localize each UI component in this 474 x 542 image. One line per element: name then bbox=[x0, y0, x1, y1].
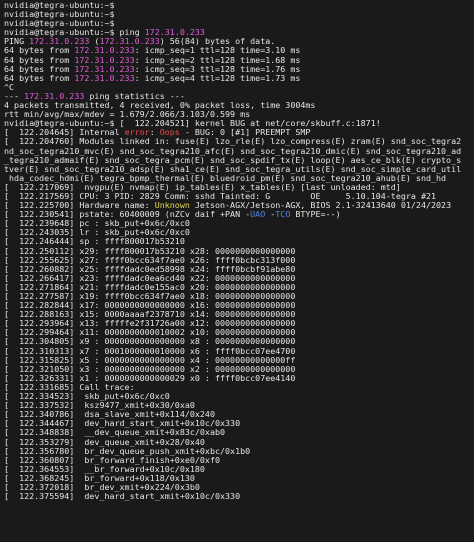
terminal-text-segment: - bbox=[265, 209, 276, 220]
terminal-line: [ 122.375594] dev_hard_start_xmit+0x10c/… bbox=[4, 492, 472, 501]
terminal-text-segment: 64 bytes from bbox=[4, 72, 75, 83]
terminal-text-segment: [ 122.375594] dev_hard_start_xmit+0x10c/… bbox=[4, 491, 241, 502]
terminal-window[interactable]: nvidia@tegra-ubuntu:~$ nvidia@tegra-ubunt… bbox=[0, 0, 474, 542]
terminal-text-segment: : icmp_seq=4 ttl=128 time=1.73 ms bbox=[134, 72, 301, 83]
terminal-text-segment: UAO bbox=[250, 209, 266, 220]
terminal-text-segment: 172.31.0.233 bbox=[74, 72, 135, 83]
terminal-line: 64 bytes from 172.31.0.233: icmp_seq=4 t… bbox=[4, 72, 472, 83]
terminal-text-segment: TCO bbox=[275, 209, 291, 220]
terminal-text-segment: BTYPE=--) bbox=[290, 209, 341, 220]
terminal-output: nvidia@tegra-ubuntu:~$ nvidia@tegra-ubunt… bbox=[0, 0, 474, 501]
